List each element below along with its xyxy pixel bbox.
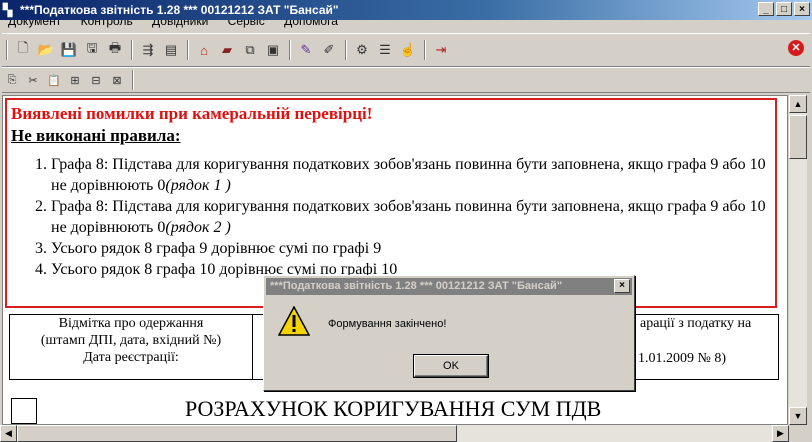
error-subtitle: Не виконані правила: [11,126,181,145]
scroll-down-icon[interactable]: ▼ [789,407,807,425]
toolbar-separator [289,40,291,60]
close-button[interactable]: × [794,2,810,16]
add-row-icon[interactable]: ⊟ [86,70,106,90]
scroll-thumb[interactable] [789,115,807,159]
dialog-title: ***Податкова звітність 1.28 *** 00121212… [266,278,632,295]
receipt-stamp: Відмітка про одержання (штамп ДПІ, дата,… [40,316,222,365]
dialog-close-button[interactable]: × [614,279,630,293]
divider [252,315,253,379]
settings-icon[interactable]: ⚙ [351,39,373,61]
edit-toolbar: ⎘ ✂ 📋 ⊞ ⊟ ⊠ [2,67,810,93]
save-icon[interactable]: 💾 [58,39,80,61]
message-dialog: ***Податкова звітність 1.28 *** 00121212… [263,275,635,391]
copy-icon[interactable]: ⎘ [2,70,22,90]
open-folder-icon[interactable]: 📂 [35,39,57,61]
toolbar-separator [345,40,347,60]
menu-service[interactable]: Сервіс [228,20,265,28]
list-icon[interactable]: ☰ [374,39,396,61]
toolbar-separator [424,40,426,60]
scroll-right-icon[interactable]: ▶ [772,425,789,442]
report-icon[interactable]: ▤ [160,39,182,61]
menu-directories[interactable]: Довідники [152,20,208,28]
window-title: ***Податкова звітність 1.28 *** 00121212… [20,3,339,17]
toolbar-separator [6,40,8,60]
send-icon[interactable]: ⇶ [137,39,159,61]
toolbar-separator [132,70,134,90]
copy-doc-icon[interactable]: ⧉ [239,39,261,61]
title-bar: ▚ ***Податкова звітність 1.28 *** 001212… [0,0,812,20]
resize-grip[interactable] [789,425,812,442]
help-icon[interactable]: ☝ [397,39,419,61]
exit-icon[interactable]: ⇥ [430,39,452,61]
toolbar-separator [131,40,133,60]
scroll-left-icon[interactable]: ◀ [0,425,17,442]
save-all-icon[interactable]: 🖫 [81,39,103,61]
menu-bar: Документ Контроль Довідники Сервіс Допом… [0,20,812,30]
form-checkbox[interactable] [11,398,37,424]
form-title: РОЗРАХУНОК КОРИГУВАННЯ СУМ ПДВ [185,396,602,421]
doc-alert-icon[interactable]: ▣ [262,39,284,61]
pen-icon[interactable]: ✎ [295,39,317,61]
delete-row-icon[interactable]: ⊠ [107,70,127,90]
new-document-icon[interactable]: 🗋 [12,39,34,61]
insert-row-icon[interactable]: ⊞ [65,70,85,90]
hscroll-thumb[interactable] [17,425,457,442]
error-title: Виявлені помилки при камеральній перевір… [11,104,373,123]
edit-doc-icon[interactable]: ✐ [318,39,340,61]
scroll-up-icon[interactable]: ▲ [789,95,807,113]
vertical-scrollbar[interactable]: ▲ ▼ [789,95,807,425]
print-icon[interactable]: 🖶 [104,39,126,61]
close-document-icon[interactable]: ✕ [788,40,804,56]
menu-help[interactable]: Допомога [284,20,338,28]
error-item: Графа 8: Підстава для коригування податк… [51,154,771,196]
ok-button[interactable]: OK [413,354,489,378]
dialog-message: Формування закінчено! [328,318,447,330]
error-item: Усього рядок 8 графа 9 дорівнює сумі по … [51,238,771,259]
minimize-button[interactable]: _ [758,2,774,16]
home-icon[interactable]: ⌂ [193,39,215,61]
cut-icon[interactable]: ✂ [23,70,43,90]
error-item: Графа 8: Підстава для коригування податк… [51,196,771,238]
declaration-date: 1.01.2009 № 8) [638,351,727,366]
declaration-text: арації з податку на [640,316,752,331]
error-list: Графа 8: Підстава для коригування податк… [11,154,771,280]
main-toolbar: 🗋 📂 💾 🖫 🖶 ⇶ ▤ ⌂ ▰ ⧉ ▣ ✎ ✐ ⚙ ☰ ☝ ⇥ ✕ [2,33,810,67]
toolbar-separator [187,40,189,60]
menu-control[interactable]: Контроль [81,20,133,28]
warning-icon [278,306,310,336]
maximize-button[interactable]: □ [776,2,792,16]
menu-document[interactable]: Документ [8,20,61,28]
book-icon[interactable]: ▰ [216,39,238,61]
app-icon: ▚ [3,3,13,17]
paste-icon[interactable]: 📋 [44,70,64,90]
horizontal-scrollbar[interactable]: ◀ ▶ [0,425,789,442]
